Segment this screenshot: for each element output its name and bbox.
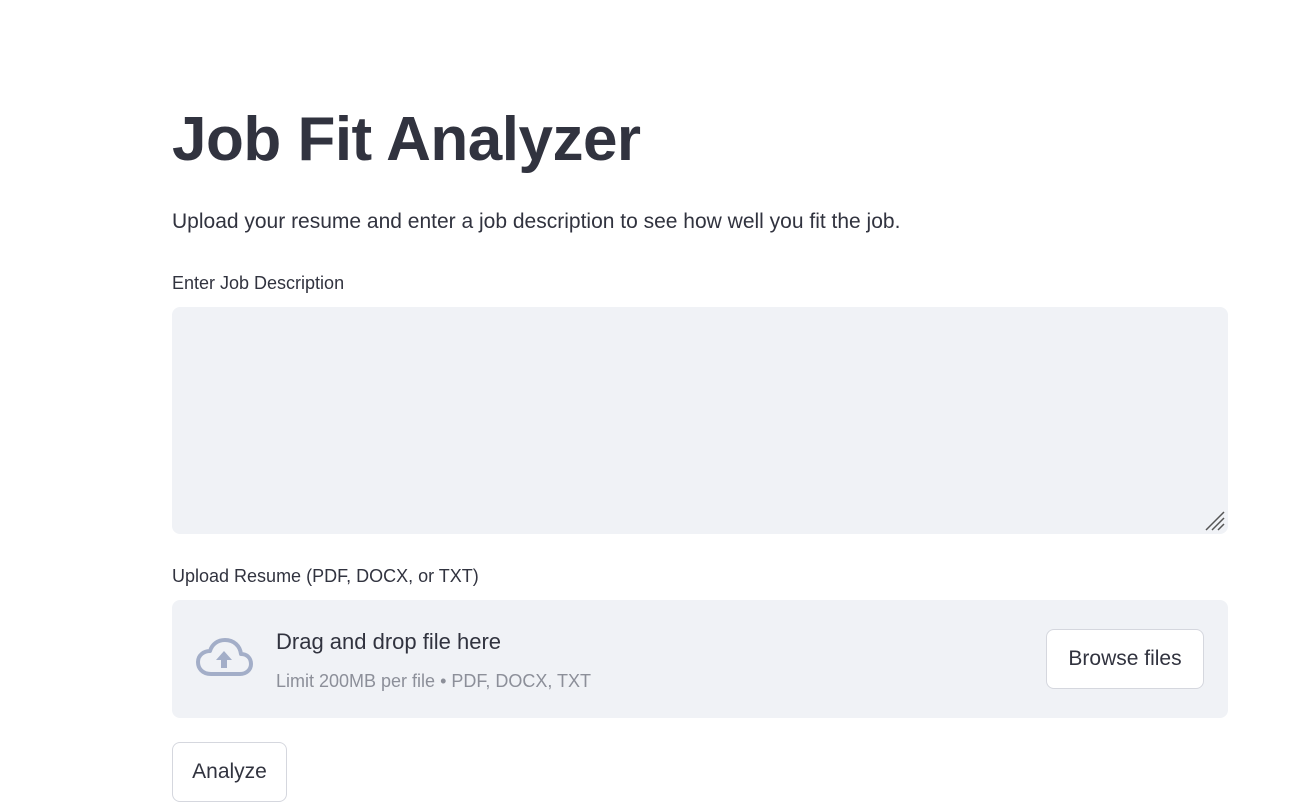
resume-upload-label: Upload Resume (PDF, DOCX, or TXT) [172, 566, 479, 586]
dropzone-title: Drag and drop file here [276, 629, 502, 654]
resize-handle-icon[interactable] [1202, 508, 1226, 532]
app-page: Job Fit Analyzer Upload your resume and … [0, 0, 1311, 810]
dropzone-limit-text: Limit 200MB per file • PDF, DOCX, TXT [276, 671, 592, 691]
job-description-label: Enter Job Description [172, 273, 345, 293]
page-title: Job Fit Analyzer [172, 105, 641, 174]
analyze-button[interactable]: Analyze [172, 742, 287, 802]
page-subtitle: Upload your resume and enter a job descr… [172, 210, 901, 233]
file-dropzone[interactable]: Drag and drop file here Limit 200MB per … [172, 600, 1228, 718]
cloud-upload-icon [196, 638, 253, 676]
job-description-textarea[interactable] [172, 307, 1228, 534]
browse-files-button[interactable]: Browse files [1046, 629, 1204, 689]
